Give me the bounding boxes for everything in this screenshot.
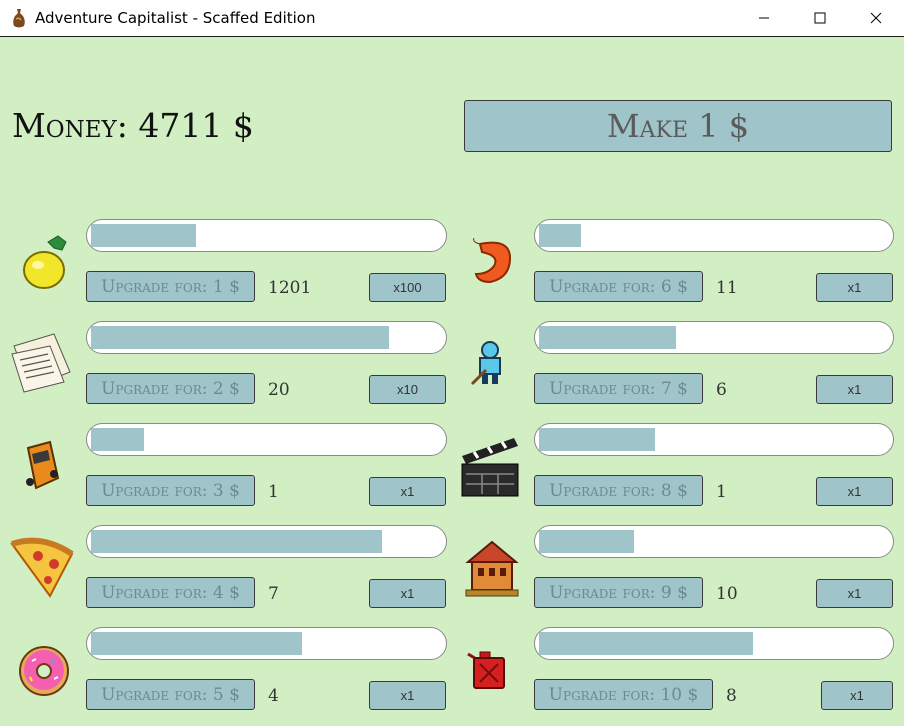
window-title: Adventure Capitalist - Scaffed Edition bbox=[35, 9, 316, 27]
upgrade-button-business-8[interactable]: Upgrade for: 8 $ bbox=[534, 475, 703, 506]
progress-fill-business-2 bbox=[91, 326, 390, 349]
business-count-10: 8 bbox=[726, 686, 737, 706]
multiplier-button-business-8[interactable]: x1 bbox=[816, 477, 893, 506]
business-count-1: 1201 bbox=[268, 278, 312, 298]
multiplier-button-business-10[interactable]: x1 bbox=[821, 681, 893, 710]
business-count-4: 7 bbox=[268, 584, 279, 604]
donut-icon bbox=[19, 646, 69, 696]
car-icon bbox=[26, 440, 60, 490]
business-count-7: 6 bbox=[716, 380, 727, 400]
upgrade-button-business-5[interactable]: Upgrade for: 5 $ bbox=[86, 679, 255, 710]
multiplier-button-business-4[interactable]: x1 bbox=[369, 579, 446, 608]
progress-fill-business-1 bbox=[91, 224, 197, 247]
close-icon bbox=[870, 12, 882, 24]
progress-bar-business-5 bbox=[86, 627, 447, 660]
progress-fill-business-9 bbox=[539, 530, 634, 553]
clapperboard-icon bbox=[461, 438, 519, 497]
minimize-icon bbox=[759, 17, 769, 19]
upgrade-button-business-4[interactable]: Upgrade for: 4 $ bbox=[86, 577, 255, 608]
progress-fill-business-3 bbox=[91, 428, 144, 451]
progress-fill-business-8 bbox=[539, 428, 655, 451]
upgrade-button-business-9[interactable]: Upgrade for: 9 $ bbox=[534, 577, 703, 608]
business-count-9: 10 bbox=[716, 584, 738, 604]
maximize-button[interactable] bbox=[792, 0, 848, 36]
hockey-player-icon bbox=[470, 341, 501, 386]
progress-fill-business-6 bbox=[539, 224, 581, 247]
progress-bar-business-4 bbox=[86, 525, 447, 558]
shrimp-icon bbox=[473, 238, 512, 284]
progress-fill-business-10 bbox=[539, 632, 753, 655]
progress-bar-business-1 bbox=[86, 219, 447, 252]
money-bag-icon bbox=[13, 9, 25, 28]
multiplier-button-business-7[interactable]: x1 bbox=[816, 375, 893, 404]
progress-bar-business-3 bbox=[86, 423, 447, 456]
progress-fill-business-7 bbox=[539, 326, 676, 349]
progress-bar-business-8 bbox=[534, 423, 894, 456]
close-button[interactable] bbox=[848, 0, 904, 36]
upgrade-button-business-7[interactable]: Upgrade for: 7 $ bbox=[534, 373, 703, 404]
lemon-icon bbox=[23, 235, 67, 289]
progress-fill-business-5 bbox=[91, 632, 302, 655]
title-bar: Adventure Capitalist - Scaffed Edition bbox=[0, 0, 904, 37]
upgrade-button-business-2[interactable]: Upgrade for: 2 $ bbox=[86, 373, 255, 404]
oil-can-icon bbox=[467, 651, 505, 689]
progress-bar-business-10 bbox=[534, 627, 894, 660]
business-count-2: 20 bbox=[268, 380, 290, 400]
multiplier-button-business-2[interactable]: x10 bbox=[369, 375, 446, 404]
multiplier-button-business-6[interactable]: x1 bbox=[816, 273, 893, 302]
progress-fill-business-4 bbox=[91, 530, 383, 553]
bank-building-icon bbox=[465, 540, 519, 597]
multiplier-button-business-3[interactable]: x1 bbox=[369, 477, 446, 506]
make-money-button[interactable]: Make 1 $ bbox=[464, 100, 892, 152]
upgrade-button-business-10[interactable]: Upgrade for: 10 $ bbox=[534, 679, 713, 710]
newspaper-icon bbox=[11, 333, 71, 393]
multiplier-button-business-9[interactable]: x1 bbox=[816, 579, 893, 608]
upgrade-button-business-6[interactable]: Upgrade for: 6 $ bbox=[534, 271, 703, 302]
business-count-5: 4 bbox=[268, 686, 279, 706]
business-count-6: 11 bbox=[716, 278, 738, 298]
business-count-3: 1 bbox=[268, 482, 279, 502]
upgrade-button-business-1[interactable]: Upgrade for: 1 $ bbox=[86, 271, 255, 302]
progress-bar-business-6 bbox=[534, 219, 894, 252]
money-label: Money: 4711 $ bbox=[12, 106, 254, 145]
pizza-icon bbox=[10, 537, 74, 598]
business-count-8: 1 bbox=[716, 482, 727, 502]
progress-bar-business-9 bbox=[534, 525, 894, 558]
multiplier-button-business-1[interactable]: x100 bbox=[369, 273, 446, 302]
progress-bar-business-7 bbox=[534, 321, 894, 354]
upgrade-button-business-3[interactable]: Upgrade for: 3 $ bbox=[86, 475, 255, 506]
maximize-icon bbox=[814, 12, 826, 24]
progress-bar-business-2 bbox=[86, 321, 447, 354]
multiplier-button-business-5[interactable]: x1 bbox=[369, 681, 446, 710]
minimize-button[interactable] bbox=[736, 0, 792, 36]
